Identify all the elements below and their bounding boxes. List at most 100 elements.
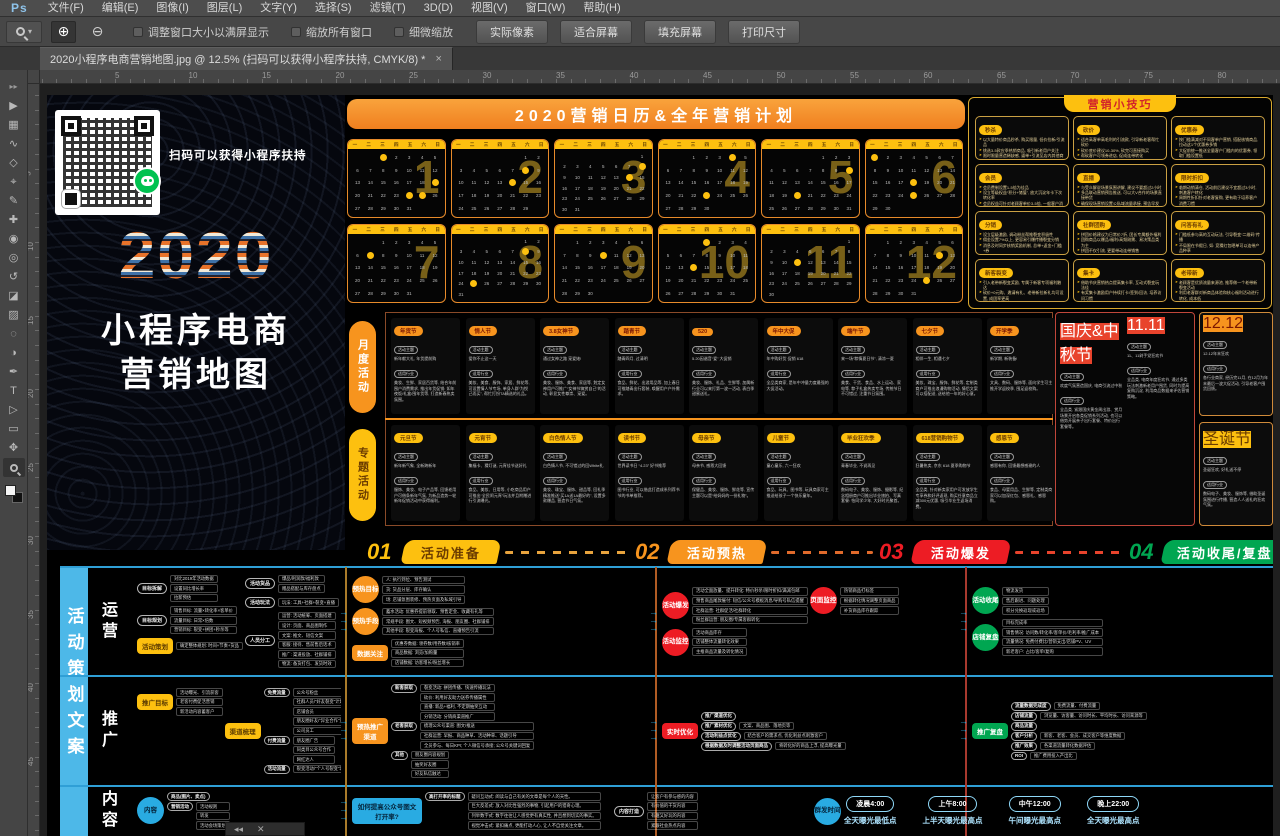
mindmap-item: 活动曝光、引流获客	[176, 688, 223, 697]
vertical-ruler[interactable]: 51015202530354045	[28, 84, 40, 836]
calendar-day: 6	[662, 168, 675, 173]
scroll-control-icon[interactable]: ✕	[257, 824, 265, 835]
menu-帮助(H)[interactable]: 帮助(H)	[574, 0, 629, 17]
menu-视图(V)[interactable]: 视图(V)	[462, 0, 517, 17]
calendar-day: 1	[519, 155, 532, 160]
path-selection-tool[interactable]: ▷	[3, 401, 25, 420]
canvas-bottom-controls[interactable]: ◂◂ ✕	[225, 822, 305, 836]
ruler-tick	[247, 79, 248, 83]
card-industry: 食品、鲜花、出游用品等, 加上春日可推踏青出行套装, 唤醒用户户外需求。	[618, 380, 681, 397]
calendar-day: 4	[907, 155, 920, 160]
calendar-day: 26	[597, 196, 610, 201]
horizontal-ruler[interactable]: 5101520253035404550556065707580	[40, 70, 1280, 84]
marquee-tool[interactable]: ▦	[3, 116, 25, 135]
menu-图像(I)[interactable]: 图像(I)	[147, 0, 197, 17]
ruler-tick	[1262, 79, 1263, 83]
crop-tool[interactable]: ⌖	[3, 173, 25, 192]
collapse-panel-icon[interactable]: ▸▸	[9, 82, 17, 91]
ruler-tick	[615, 79, 616, 83]
calendar-day: 25	[726, 193, 739, 198]
calendar-day: 6	[674, 253, 687, 258]
brush-tool[interactable]: ◉	[3, 230, 25, 249]
hand-tool[interactable]: ✥	[3, 439, 25, 458]
tool-preset[interactable]: ▾	[6, 21, 42, 43]
calendar-day: 27	[817, 281, 830, 286]
eraser-tool[interactable]: ◪	[3, 287, 25, 306]
menu-3D(D)[interactable]: 3D(D)	[415, 0, 462, 17]
menu-选择(S)[interactable]: 选择(S)	[306, 0, 361, 17]
lasso-tool[interactable]: ∿	[3, 135, 25, 154]
tip-line: 限时限量营造稀缺感, 逼单+引流至店内其他商品/活动	[979, 153, 1065, 159]
calendar-day: 11	[726, 168, 739, 173]
branch-label: 其他	[391, 751, 408, 760]
document-image[interactable]: 扫码可以获得小程序扶持 2020 小程序电商 营销地图 2020营销日历&全年营…	[47, 95, 1273, 836]
calendar-day: 6	[636, 240, 649, 245]
calendar-day: 19	[480, 271, 493, 276]
document-tab[interactable]: 2020小程序电商营销地图.jpg @ 12.5% (扫码可以获得小程序扶持, …	[40, 47, 453, 70]
ruler-origin[interactable]	[28, 70, 40, 84]
tip-line: 集卡商品可与热销爆品和沉睡客户运营打通, 促活老客	[1077, 301, 1163, 302]
history-brush-tool[interactable]: ↺	[3, 268, 25, 287]
close-icon[interactable]: ×	[435, 53, 441, 65]
empty-day	[778, 236, 791, 247]
calendar-grid: 2345678910111213141516171920212223242627…	[869, 151, 960, 215]
menu-图层(L)[interactable]: 图层(L)	[198, 0, 251, 17]
calendar-day: 10	[403, 168, 416, 173]
mindmap-item: 流量情况: 免费付费比/营销支出/店铺PV、UV	[1002, 638, 1103, 647]
stage-dashes	[505, 551, 629, 554]
button-实际像素[interactable]: 实际像素	[476, 20, 548, 44]
calendar-weekdays: 一二三四五六日	[659, 140, 756, 149]
weekday: 三	[380, 142, 385, 148]
menu-文件(F)[interactable]: 文件(F)	[39, 0, 93, 17]
checkbox-细微缩放[interactable]: 细微缩放	[394, 24, 453, 40]
zoom-tool[interactable]	[3, 458, 25, 477]
quick-selection-tool[interactable]: ◇	[3, 154, 25, 173]
dodge-tool[interactable]: ◑	[3, 344, 25, 363]
calendar-day: 23	[532, 271, 545, 276]
zoom-in-button[interactable]: ⊕	[51, 21, 76, 43]
empty-day	[674, 236, 687, 249]
calendar-grid: 1234567891112131415161718192122232425262…	[765, 151, 856, 215]
canvas-area[interactable]: 扫码可以获得小程序扶持 2020 小程序电商 营销地图 2020营销日历&全年营…	[40, 84, 1280, 836]
button-适合屏幕[interactable]: 适合屏幕	[560, 20, 632, 44]
tip-line: 大促前统一推送全量客户门槛内的优惠券, 领取门槛设置低	[1175, 148, 1261, 159]
card-industry: 服饰、美妆、电子产品等, 回馈老用户可借条新年气氛, 为新品造势一轮新年促销活动…	[394, 487, 457, 504]
checkbox-调整窗口大小以满屏显示[interactable]: 调整窗口大小以满屏显示	[133, 24, 269, 40]
zoom-out-button[interactable]: ⊖	[85, 21, 110, 43]
pen-tool[interactable]: ✒	[3, 363, 25, 382]
calendar-day: 18	[739, 265, 752, 270]
calendar-day: 23	[390, 278, 403, 283]
ruler-tick	[100, 79, 101, 83]
mindmap-node: 预热推广 渠道	[352, 718, 388, 744]
poster-title-line1: 小程序电商	[47, 303, 345, 352]
gradient-tool[interactable]: ▨	[3, 306, 25, 325]
color-swatches[interactable]	[5, 485, 23, 503]
calendar-day: 24	[455, 206, 468, 211]
healing-brush-tool[interactable]: ✚	[3, 211, 25, 230]
button-填充屏幕[interactable]: 填充屏幕	[644, 20, 716, 44]
checkbox-缩放所有窗口[interactable]: 缩放所有窗口	[291, 24, 372, 40]
menu-窗口(W)[interactable]: 窗口(W)	[517, 0, 575, 17]
shape-tool[interactable]: ▭	[3, 420, 25, 439]
document-tab-bar: 2020小程序电商营销地图.jpg @ 12.5% (扫码可以获得小程序扶持, …	[0, 47, 1280, 70]
tip-label: 社群团购	[1077, 220, 1111, 230]
calendar-day: 9	[584, 253, 597, 258]
calendar-day: 17	[403, 265, 416, 270]
empty-day	[817, 236, 830, 247]
button-打印尺寸[interactable]: 打印尺寸	[728, 20, 800, 44]
type-tool[interactable]: T	[3, 382, 25, 401]
clone-stamp-tool[interactable]: ◎	[3, 249, 25, 268]
scroll-control-icon[interactable]: ◂◂	[234, 824, 243, 835]
calendar-day: 24	[403, 278, 416, 283]
calendar-day: 26	[739, 193, 752, 198]
blur-tool[interactable]: ◌	[3, 325, 25, 344]
menu-编辑(E)[interactable]: 编辑(E)	[93, 0, 148, 17]
card-title: 年货节	[394, 326, 423, 336]
foreground-color-swatch[interactable]	[5, 485, 16, 496]
menu-文字(Y)[interactable]: 文字(Y)	[251, 0, 306, 17]
eyedropper-tool[interactable]: ✎	[3, 192, 25, 211]
calendar-day: 29	[881, 291, 894, 296]
menu-滤镜(T)[interactable]: 滤镜(T)	[361, 0, 415, 17]
move-tool[interactable]: ▶	[3, 97, 25, 116]
stage-number-02: 02	[635, 539, 659, 565]
